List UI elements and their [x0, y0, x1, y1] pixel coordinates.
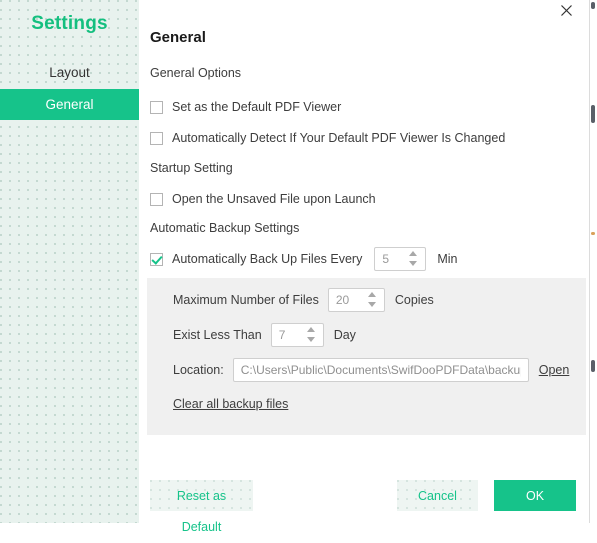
scrollbar-mark-middle [591, 232, 595, 235]
stepper-arrows[interactable] [306, 326, 316, 344]
close-icon[interactable] [554, 0, 580, 24]
max-files-row: Maximum Number of Files 20 Copies [173, 288, 434, 312]
scrollbar-mark-lower [591, 360, 595, 372]
section-label-general-options: General Options [150, 66, 242, 80]
location-input[interactable] [232, 358, 529, 382]
section-label-automatic-backup: Automatic Backup Settings [150, 221, 300, 235]
sidebar-item-layout[interactable]: Layout [0, 57, 139, 88]
settings-dialog: Settings Layout General General General … [0, 0, 597, 534]
checkbox-label: Set as the Default PDF Viewer [172, 100, 342, 114]
max-files-value: 20 [335, 293, 350, 307]
checkbox-label: Automatically Detect If Your Default PDF… [172, 131, 506, 145]
stepper-arrows[interactable] [367, 291, 377, 309]
scrollbar-mark-top [591, 2, 595, 9]
max-files-stepper[interactable]: 20 [327, 288, 385, 312]
chevron-down-icon[interactable] [306, 337, 315, 342]
chevron-up-icon[interactable] [306, 327, 315, 332]
cancel-button[interactable]: Cancel [397, 480, 478, 511]
page-title: General [150, 29, 206, 46]
checkbox-row-open-unsaved-file[interactable]: Open the Unsaved File upon Launch [150, 190, 376, 208]
sidebar: Settings Layout General [0, 0, 139, 523]
backup-interval-value: 5 [382, 252, 390, 266]
checkbox-open-unsaved-file[interactable] [150, 192, 163, 206]
checkbox-row-detect-viewer-changed[interactable]: Automatically Detect If Your Default PDF… [150, 129, 505, 147]
scrollbar-thumb[interactable] [591, 105, 595, 123]
exist-less-than-row: Exist Less Than 7 Day [173, 323, 356, 347]
checkbox-default-pdf-viewer[interactable] [150, 100, 163, 114]
location-label: Location: [173, 363, 224, 377]
stepper-arrows[interactable] [409, 250, 418, 268]
exist-less-than-unit: Day [333, 328, 356, 342]
checkbox-automatic-backup[interactable] [150, 252, 163, 266]
vertical-scrollbar[interactable] [589, 0, 597, 523]
backup-interval-stepper[interactable]: 5 [374, 247, 427, 271]
main-content: General General Options Set as the Defau… [139, 0, 589, 534]
chevron-up-icon[interactable] [409, 251, 418, 256]
exist-less-than-value: 7 [278, 328, 286, 342]
location-row: Location: Open [173, 358, 569, 382]
checkbox-row-default-pdf-viewer[interactable]: Set as the Default PDF Viewer [150, 98, 341, 116]
exist-less-than-stepper[interactable]: 7 [270, 323, 324, 347]
max-files-label: Maximum Number of Files [173, 293, 319, 307]
open-location-link[interactable]: Open [539, 363, 570, 377]
max-files-unit: Copies [394, 293, 434, 307]
exist-less-than-label: Exist Less Than [173, 328, 262, 342]
sidebar-item-label: Layout [49, 65, 90, 80]
sidebar-item-label: General [45, 97, 94, 112]
section-label-startup-setting: Startup Setting [150, 161, 233, 175]
sidebar-item-general[interactable]: General [0, 89, 139, 120]
checkbox-label: Open the Unsaved File upon Launch [172, 192, 376, 206]
chevron-up-icon[interactable] [367, 292, 376, 297]
clear-all-backup-files-link[interactable]: Clear all backup files [173, 397, 288, 411]
checkbox-label: Automatically Back Up Files Every [172, 252, 363, 266]
chevron-down-icon[interactable] [409, 261, 418, 266]
backup-interval-unit: Min [437, 252, 458, 266]
ok-button[interactable]: OK [494, 480, 576, 511]
checkbox-detect-viewer-changed[interactable] [150, 131, 163, 145]
chevron-down-icon[interactable] [367, 302, 376, 307]
reset-as-default-button[interactable]: Reset as Default [150, 480, 253, 534]
checkbox-row-automatic-backup[interactable]: Automatically Back Up Files Every 5 Min [150, 247, 458, 271]
sidebar-title: Settings [31, 13, 108, 34]
